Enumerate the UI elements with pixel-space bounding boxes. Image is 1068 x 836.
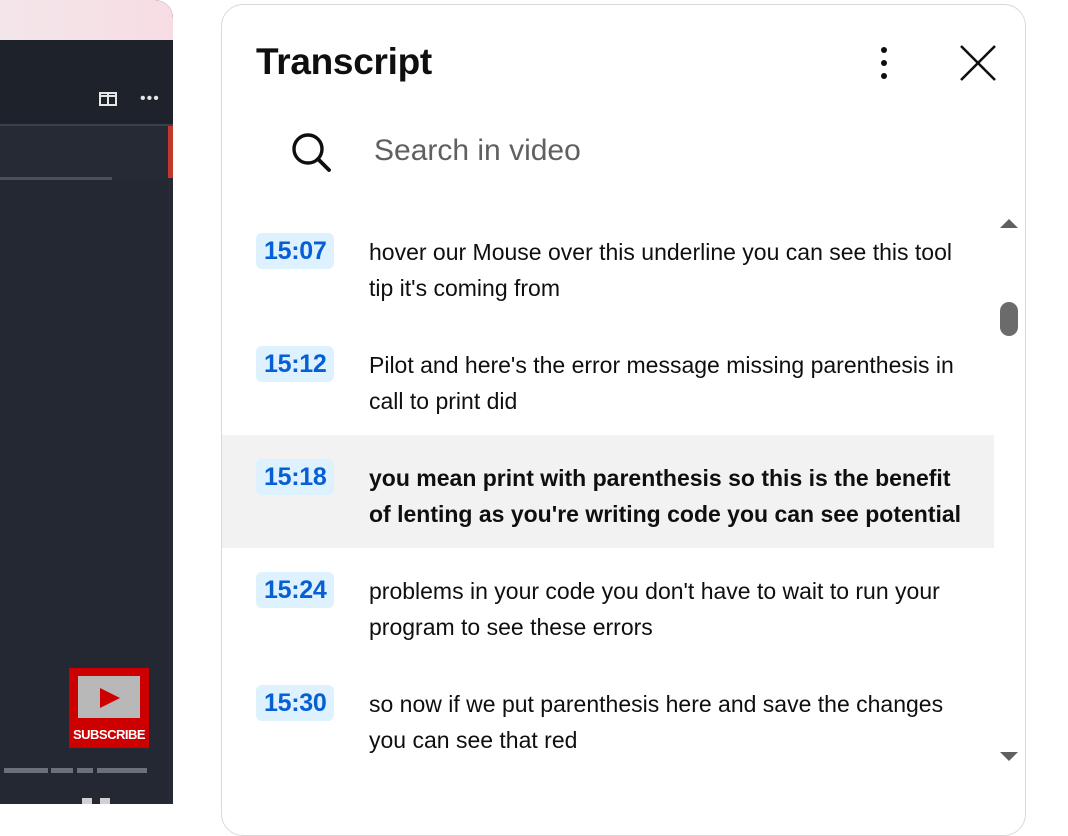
scroll-up-arrow-icon[interactable] xyxy=(1000,219,1018,228)
video-toolbar xyxy=(0,40,173,124)
close-icon[interactable] xyxy=(958,43,998,83)
more-vertical-icon[interactable] xyxy=(872,45,896,81)
segment-text: so now if we put parenthesis here and sa… xyxy=(369,691,944,753)
segment-text: problems in your code you don't have to … xyxy=(369,578,940,640)
video-player[interactable]: ••• SUBSCRIBE xyxy=(0,0,173,804)
progress-segment[interactable] xyxy=(77,768,93,773)
panel-layout-icon[interactable] xyxy=(99,92,117,106)
subscribe-button[interactable]: SUBSCRIBE xyxy=(69,668,149,748)
transcript-segment[interactable]: 15:07 hover our Mouse over this underlin… xyxy=(222,209,994,322)
transcript-list: 15:07 hover our Mouse over this underlin… xyxy=(222,209,994,774)
search-input[interactable] xyxy=(374,131,794,171)
subscribe-label: SUBSCRIBE xyxy=(72,727,146,742)
timestamp[interactable]: 15:07 xyxy=(256,233,335,269)
segment-text: hover our Mouse over this underline you … xyxy=(369,239,952,301)
scroll-down-arrow-icon[interactable] xyxy=(1000,752,1018,761)
segment-text: you mean print with parenthesis so this … xyxy=(369,465,962,527)
scrollbar-thumb[interactable] xyxy=(1000,302,1018,336)
video-top-strip xyxy=(0,0,173,40)
video-scrollbar[interactable] xyxy=(168,126,173,178)
transcript-segment-active[interactable]: 15:18 you mean print with parenthesis so… xyxy=(222,435,994,548)
more-horizontal-icon[interactable]: ••• xyxy=(140,90,160,108)
progress-segment[interactable] xyxy=(97,768,147,773)
transcript-segment[interactable]: 15:24 problems in your code you don't ha… xyxy=(222,548,994,661)
play-icon xyxy=(78,676,140,718)
transcript-segment[interactable]: 15:30 so now if we put parenthesis here … xyxy=(222,661,994,774)
divider xyxy=(0,177,112,180)
timestamp[interactable]: 15:30 xyxy=(256,685,335,721)
player-control[interactable] xyxy=(82,798,92,804)
timestamp[interactable]: 15:24 xyxy=(256,572,335,608)
progress-segment[interactable] xyxy=(4,768,48,773)
transcript-panel: Transcript 15:07 hover our Mouse over th… xyxy=(221,4,1026,836)
transcript-segment[interactable]: 15:12 Pilot and here's the error message… xyxy=(222,322,994,435)
timestamp[interactable]: 15:12 xyxy=(256,346,335,382)
divider xyxy=(0,124,173,126)
search-icon[interactable] xyxy=(290,131,332,173)
segment-text: Pilot and here's the error message missi… xyxy=(369,352,954,414)
player-control[interactable] xyxy=(100,798,110,804)
timestamp[interactable]: 15:18 xyxy=(256,459,335,495)
panel-title: Transcript xyxy=(256,41,432,82)
progress-segment[interactable] xyxy=(51,768,73,773)
